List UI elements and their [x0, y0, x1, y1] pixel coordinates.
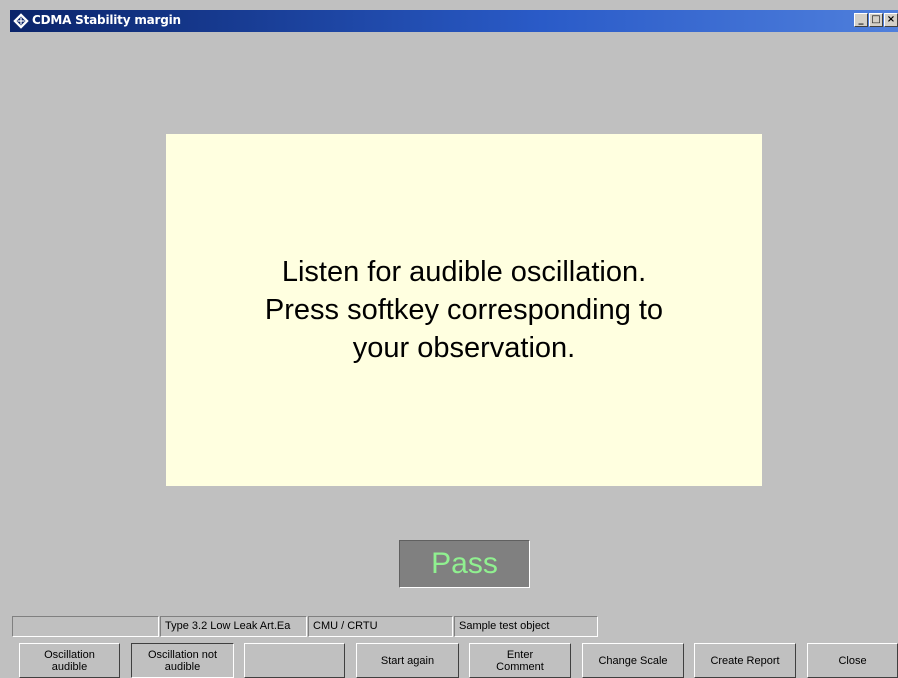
title-bar[interactable]: CDMA Stability margin _ □ × — [10, 10, 898, 32]
status-field-instrument: CMU / CRTU — [308, 616, 453, 637]
instruction-panel: Listen for audible oscillation. Press so… — [166, 134, 762, 486]
empty-softkey-button[interactable] — [244, 643, 345, 678]
status-field-test-type: Type 3.2 Low Leak Art.Ea — [160, 616, 307, 637]
start-again-button[interactable]: Start again — [356, 643, 459, 678]
result-indicator: Pass — [399, 540, 530, 588]
oscillation-not-audible-button[interactable]: Oscillation not audible — [131, 643, 234, 678]
instruction-line-2: Press softkey corresponding to — [264, 294, 664, 326]
enter-comment-button[interactable]: Enter Comment — [469, 643, 571, 678]
instruction-line-3: your observation. — [352, 332, 576, 364]
window-title: CDMA Stability margin — [32, 13, 181, 27]
maximize-button[interactable]: □ — [869, 13, 883, 27]
close-button[interactable]: Close — [807, 643, 898, 678]
close-window-button[interactable]: × — [884, 13, 898, 27]
minimize-button[interactable]: _ — [854, 13, 868, 27]
oscillation-audible-button[interactable]: Oscillation audible — [19, 643, 120, 678]
change-scale-button[interactable]: Change Scale — [582, 643, 684, 678]
status-field-1 — [12, 616, 159, 637]
app-logo-icon — [13, 13, 29, 29]
instruction-line-1: Listen for audible oscillation. — [281, 256, 647, 288]
status-field-test-object: Sample test object — [454, 616, 598, 637]
create-report-button[interactable]: Create Report — [694, 643, 796, 678]
